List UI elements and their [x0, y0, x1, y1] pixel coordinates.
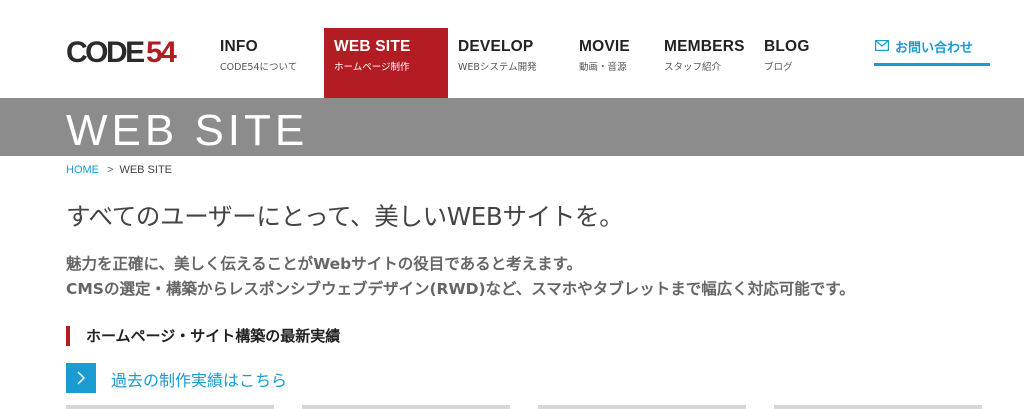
- nav-develop[interactable]: DEVELOP WEBシステム開発: [458, 28, 568, 98]
- past-works-link-label: 過去の制作実績はこちら: [111, 371, 288, 390]
- breadcrumb-home-link[interactable]: HOME: [66, 164, 99, 176]
- contact-button[interactable]: お問い合わせ: [874, 36, 990, 66]
- work-card[interactable]: [538, 405, 746, 409]
- breadcrumb: HOME > WEB SITE: [66, 164, 172, 176]
- nav-members-label: MEMBERS: [664, 38, 745, 55]
- page-banner: WEB SITE: [0, 98, 1024, 156]
- nav-info-label: INFO: [220, 38, 258, 55]
- nav-info-sublabel: CODE54について: [220, 62, 298, 73]
- work-card[interactable]: [774, 405, 982, 409]
- nav-movie[interactable]: MOVIE 動画・音源: [579, 28, 655, 98]
- svg-text:54: 54: [146, 36, 177, 66]
- nav-website-sublabel: ホームページ制作: [334, 62, 410, 73]
- section-headline: すべてのユーザーにとって、美しいWEBサイトを。: [66, 202, 624, 231]
- nav-website-label: WEB SITE: [334, 38, 411, 55]
- nav-blog-sublabel: ブログ: [764, 62, 793, 73]
- description-line: CMSの選定・構築からレスポンシブウェブデザイン(RWD)など、スマホやタブレッ…: [66, 280, 855, 298]
- mail-icon: [875, 40, 889, 51]
- nav-develop-label: DEVELOP: [458, 38, 534, 55]
- nav-blog[interactable]: BLOG ブログ: [764, 28, 824, 98]
- works-section-title: ホームページ・サイト構築の最新実績: [66, 326, 340, 346]
- description-line: 魅力を正確に、美しく伝えることがWebサイトの役目であると考えます。: [66, 255, 583, 273]
- chevron-right-icon: [66, 363, 96, 393]
- breadcrumb-separator: >: [107, 164, 114, 176]
- work-card[interactable]: [302, 405, 510, 409]
- nav-blog-label: BLOG: [764, 38, 810, 55]
- breadcrumb-current: WEB SITE: [119, 164, 172, 176]
- nav-movie-sublabel: 動画・音源: [579, 62, 627, 73]
- nav-website[interactable]: WEB SITE ホームページ制作: [324, 28, 448, 98]
- page-title: WEB SITE: [66, 106, 309, 155]
- nav-develop-sublabel: WEBシステム開発: [458, 62, 537, 73]
- nav-members[interactable]: MEMBERS スタッフ紹介: [664, 28, 760, 98]
- nav-movie-label: MOVIE: [579, 38, 630, 55]
- nav-members-sublabel: スタッフ紹介: [664, 62, 722, 73]
- code54-logo[interactable]: CODE 54: [66, 36, 188, 66]
- site-header: CODE 54 INFO CODE54について WEB SITE ホームページ制…: [0, 0, 1024, 98]
- nav-info[interactable]: INFO CODE54について: [220, 28, 320, 98]
- svg-text:CODE: CODE: [66, 36, 144, 66]
- contact-label: お問い合わせ: [895, 41, 974, 56]
- intro-description: 魅力を正確に、美しく伝えることがWebサイトの役目であると考えます。 CMSの選…: [66, 252, 855, 302]
- work-card[interactable]: [66, 405, 274, 409]
